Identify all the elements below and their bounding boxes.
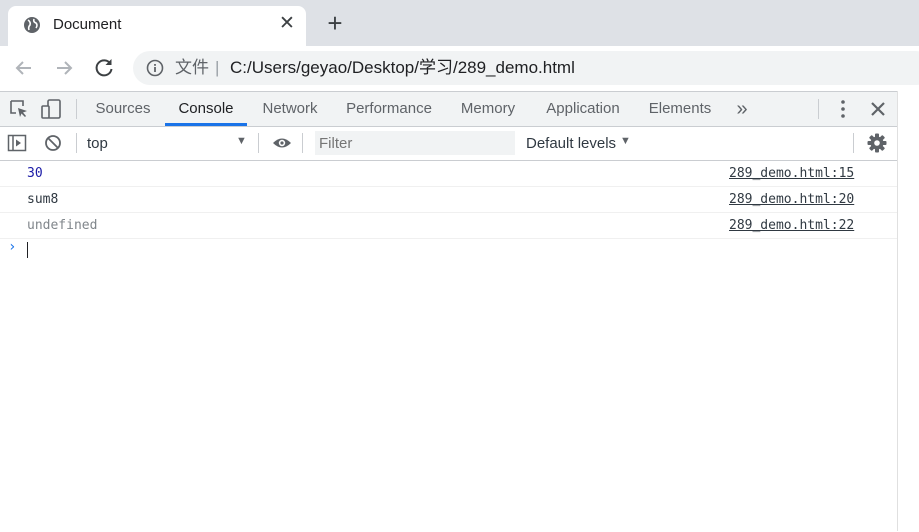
tab-close-icon[interactable]: ✕ [276,12,298,36]
toolbar-divider [76,99,77,119]
new-tab-button[interactable]: + [322,10,348,38]
globe-icon [24,17,40,33]
devtools-tab-bar: Sources Console Network Performance Memo… [0,92,897,127]
close-devtools-icon[interactable] [867,98,889,120]
tab-title: Document [53,16,122,33]
console-message-text: 30 [27,166,43,181]
inspect-element-icon[interactable] [8,98,30,120]
toolbar-divider [853,133,854,153]
console-toolbar: top ▼ Default levels ▼ [0,127,897,161]
console-input-caret[interactable] [27,242,28,258]
url-separator: | [215,58,220,77]
console-source-link[interactable]: 289_demo.html:20 [729,192,854,207]
console-prompt-icon: › [8,239,17,255]
tab-console[interactable]: Console [165,92,247,126]
back-arrow-icon[interactable] [10,54,38,82]
tab-network[interactable]: Network [254,92,326,126]
console-message: 30 289_demo.html:15 [0,161,897,187]
device-toolbar-icon[interactable] [40,98,62,120]
chevron-down-icon[interactable]: ▼ [620,135,631,147]
chevron-down-icon[interactable]: ▼ [236,135,247,147]
browser-toolbar: 文件 | C:/Users/geyao/Desktop/学习/289_demo.… [0,46,919,91]
kebab-menu-icon[interactable] [832,98,854,120]
sidebar-toggle-icon[interactable] [6,132,28,154]
console-output: 30 289_demo.html:15 sum8 289_demo.html:2… [0,161,897,532]
console-message-text: undefined [27,218,98,233]
toolbar-divider [818,99,819,119]
tab-performance[interactable]: Performance [338,92,440,126]
console-message-text: sum8 [27,192,59,207]
page-scrollbar[interactable] [897,91,919,531]
active-tab-indicator [165,123,247,126]
clear-console-icon[interactable] [42,132,64,154]
filter-input[interactable] [315,131,515,155]
tab-elements[interactable]: Elements [641,92,719,126]
gear-icon[interactable] [866,132,888,154]
toolbar-divider [302,133,303,153]
context-selector[interactable]: top [87,134,108,153]
tab-application[interactable]: Application [536,92,630,126]
toolbar-divider [76,133,77,153]
console-message: undefined 289_demo.html:22 [0,213,897,239]
url-text[interactable]: C:/Users/geyao/Desktop/学习/289_demo.html [230,58,575,78]
reload-icon[interactable] [90,54,118,82]
more-tabs-icon[interactable]: » [730,92,754,126]
url-scheme-label: 文件 [175,58,209,77]
console-source-link[interactable]: 289_demo.html:22 [729,218,854,233]
devtools-panel: Sources Console Network Performance Memo… [0,91,897,532]
tab-memory[interactable]: Memory [452,92,524,126]
toolbar-divider [258,133,259,153]
console-source-link[interactable]: 289_demo.html:15 [729,166,854,181]
address-bar[interactable]: 文件 | C:/Users/geyao/Desktop/学习/289_demo.… [133,51,919,85]
log-levels-dropdown[interactable]: Default levels [526,134,616,153]
forward-arrow-icon[interactable] [50,54,78,82]
tab-sources[interactable]: Sources [90,92,156,126]
info-icon[interactable] [146,59,164,77]
console-message: sum8 289_demo.html:20 [0,187,897,213]
eye-icon[interactable] [271,132,293,154]
tab-strip: Document ✕ + [0,0,919,46]
browser-tab[interactable]: Document ✕ [8,6,306,46]
